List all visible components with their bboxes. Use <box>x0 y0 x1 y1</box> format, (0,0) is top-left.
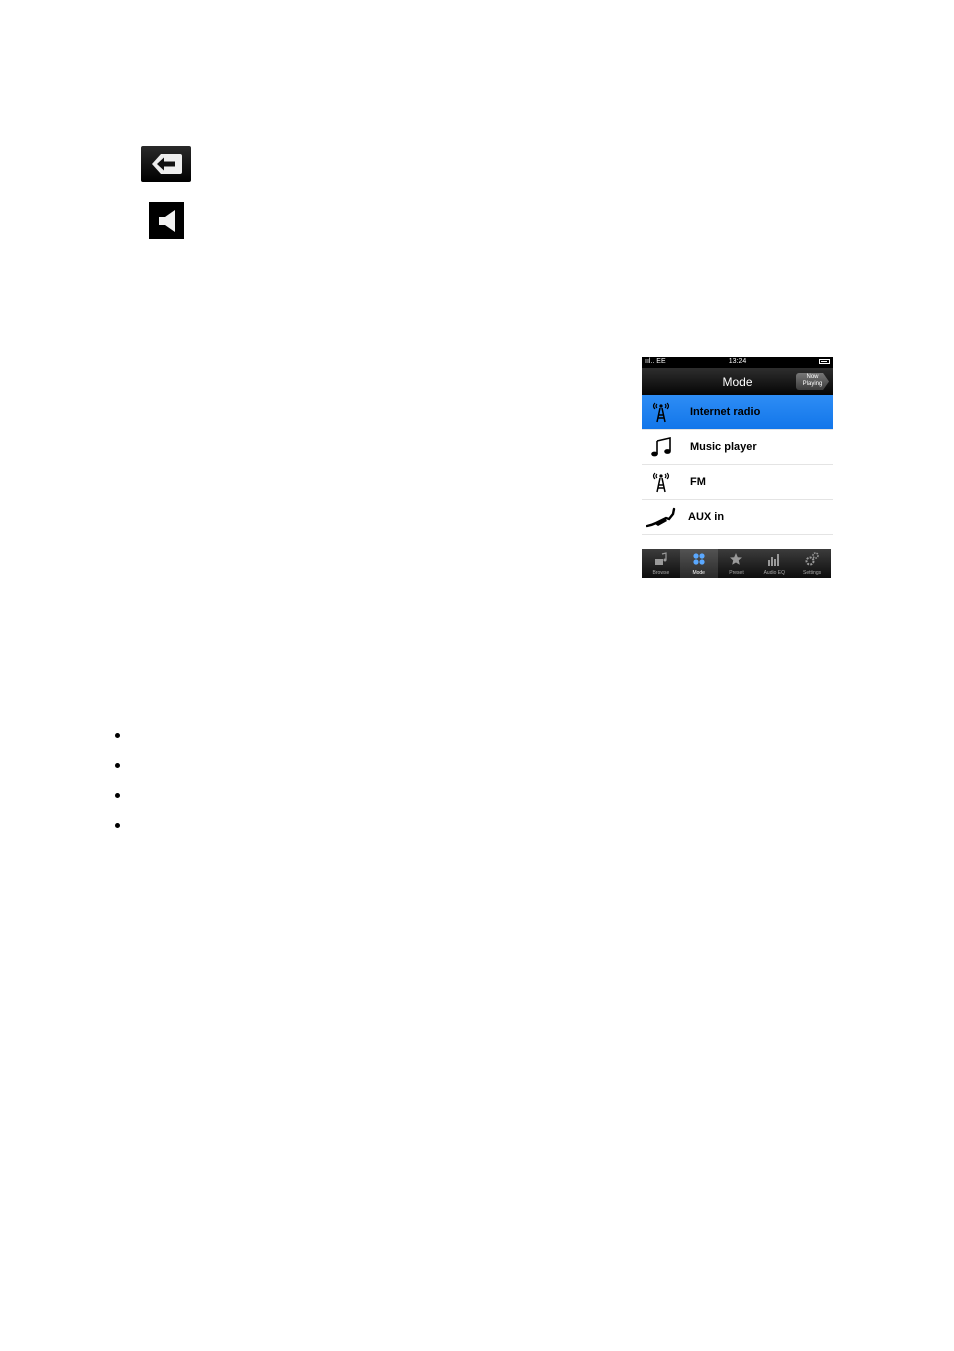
bullet-point <box>115 823 120 828</box>
aux-cable-icon <box>645 504 677 530</box>
tab-label: Mode <box>692 570 705 576</box>
mode-icon <box>680 552 718 566</box>
battery-icon <box>819 359 830 364</box>
browse-icon <box>642 552 680 566</box>
speaker-glyph <box>158 209 175 232</box>
back-arrow-glyph <box>152 154 182 174</box>
mode-label: FM <box>690 476 706 488</box>
mode-screen: ııl.. EE 13:24 Mode Now Playing Internet… <box>642 357 833 578</box>
music-note-icon <box>645 434 677 460</box>
tab-label: Browse <box>652 570 670 576</box>
tab-preset[interactable]: Preset <box>718 549 756 578</box>
bullet-point <box>115 793 120 798</box>
radio-tower-icon <box>645 399 677 425</box>
radio-tower-icon <box>645 469 677 495</box>
now-playing-label-line-2: Playing <box>802 381 823 387</box>
mode-label: Internet radio <box>690 406 761 418</box>
mode-label: Music player <box>690 441 757 453</box>
mode-item-fm[interactable]: FM <box>642 465 833 500</box>
now-playing-label-line-1: Now <box>806 374 819 380</box>
nav-bar: Mode Now Playing <box>642 368 833 395</box>
tab-bar: Browse Mode Preset Audio EQ Settings <box>642 549 831 578</box>
star-icon <box>718 552 756 566</box>
mode-item-music-player[interactable]: Music player <box>642 430 833 465</box>
tab-browse[interactable]: Browse <box>642 549 680 578</box>
mode-label: AUX in <box>688 511 725 523</box>
tab-mode[interactable]: Mode <box>679 549 718 578</box>
clock: 13:24 <box>728 358 747 365</box>
tab-audio-eq[interactable]: Audio EQ <box>755 549 793 578</box>
tab-label: Audio EQ <box>763 570 785 576</box>
mode-list: Internet radio Music player FM AUX in <box>642 395 833 535</box>
tab-settings[interactable]: Settings <box>793 549 831 578</box>
bullet-point <box>115 733 120 738</box>
tab-label: Preset <box>729 570 744 576</box>
equalizer-icon <box>755 552 793 566</box>
gear-icon <box>793 552 831 566</box>
mode-item-aux-in[interactable]: AUX in <box>642 500 833 535</box>
now-playing-button[interactable]: Now Playing <box>796 373 829 390</box>
tab-label: Settings <box>803 570 822 576</box>
back-arrow-icon[interactable] <box>141 146 191 182</box>
speaker-icon[interactable] <box>149 202 184 239</box>
bullet-point <box>115 763 120 768</box>
mode-item-internet-radio[interactable]: Internet radio <box>642 395 833 430</box>
status-bar: ııl.. EE 13:24 <box>642 357 833 368</box>
